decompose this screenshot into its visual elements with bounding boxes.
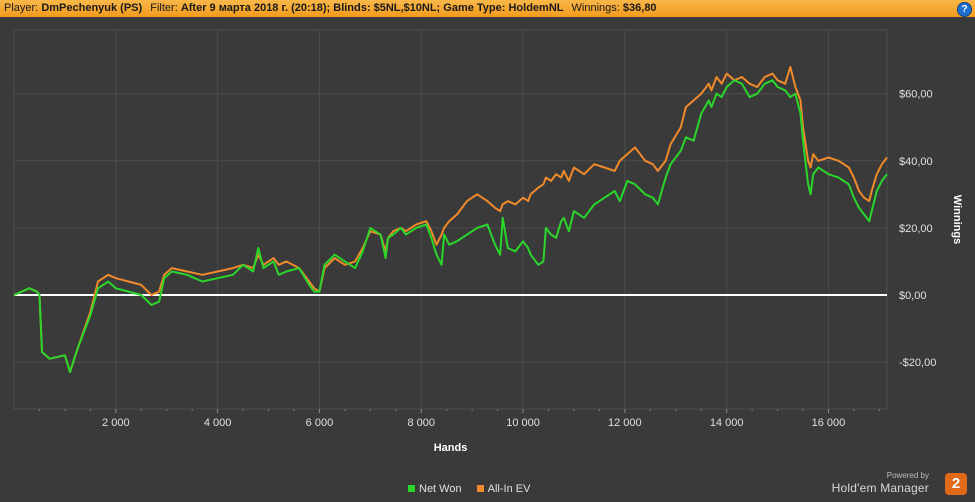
x-tick-label: 16 000 <box>812 417 846 429</box>
legend-label-all-in-ev: All-In EV <box>487 483 531 495</box>
x-tick-label: 10 000 <box>506 417 540 429</box>
y-tick-label: $40,00 <box>899 156 933 168</box>
net-won-series-line <box>13 79 888 374</box>
y-tick-label: $0,00 <box>899 290 927 302</box>
hm2-logo-icon: 2 <box>945 473 967 495</box>
x-tick-label: 12 000 <box>608 417 642 429</box>
y-tick-label: $60,00 <box>899 89 933 101</box>
winnings-value: $36,80 <box>622 2 657 14</box>
y-tick-label: -$20,00 <box>899 357 936 369</box>
player-value: DmPechenyuk (PS) <box>41 2 143 14</box>
x-tick-label: 6 000 <box>306 417 334 429</box>
chart-legend: Net Won All-In EV <box>408 483 542 495</box>
filter-header-bar: Player: DmPechenyuk (PS) Filter: After 9… <box>0 0 975 17</box>
legend-item-net-won[interactable]: Net Won <box>408 483 465 495</box>
legend-item-all-in-ev[interactable]: All-In EV <box>476 483 531 495</box>
all-in-ev-swatch <box>476 485 484 492</box>
help-icon[interactable]: ? <box>957 2 972 17</box>
x-tick-label: 2 000 <box>102 417 130 429</box>
x-tick-label: 14 000 <box>710 417 744 429</box>
brand-name: Hold'em Manager <box>831 481 929 495</box>
y-axis-title: Winnings <box>951 195 963 244</box>
x-tick-label: 4 000 <box>204 417 232 429</box>
player-label: Player: <box>4 2 39 14</box>
filter-value: After 9 марта 2018 г. (20:18); Blinds: $… <box>180 2 564 14</box>
y-tick-label: $20,00 <box>899 223 933 235</box>
powered-by-text: Powered by <box>886 471 929 480</box>
net-won-swatch <box>408 485 415 492</box>
x-axis-title: Hands <box>434 442 468 454</box>
winnings-label: Winnings: <box>571 2 620 14</box>
all-in-ev-series-line <box>13 65 888 374</box>
x-tick-label: 8 000 <box>407 417 435 429</box>
winnings-graph: 2 000 4 000 6 000 8 000 10 000 12 000 14 000 16… <box>13 29 963 454</box>
legend-label-net-won: Net Won <box>419 483 462 495</box>
filter-label: Filter: <box>150 2 178 14</box>
holdem-manager-brand: Powered by Hold'em Manager 2 <box>827 471 967 497</box>
